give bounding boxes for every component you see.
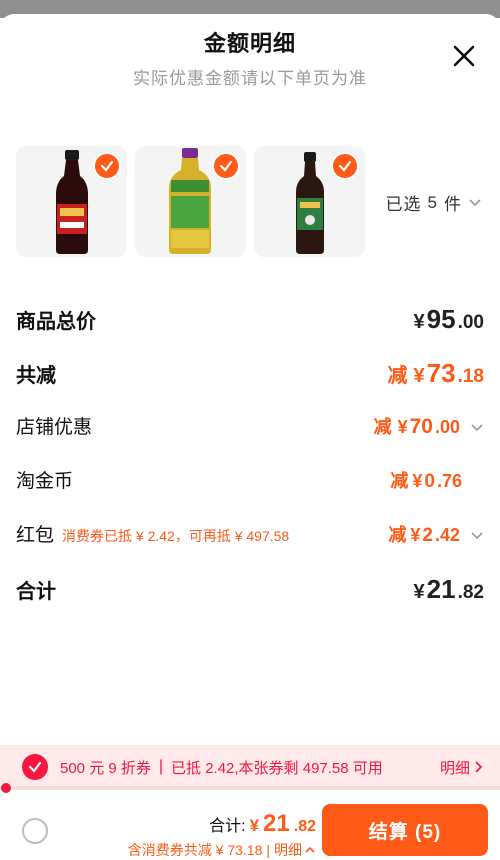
amount-int: 70 bbox=[409, 414, 433, 438]
footer-total: 合计: ¥ 21 .82 含消费券共减 ¥ 73.18 | 明细 bbox=[128, 810, 316, 860]
row-store-discount[interactable]: 店铺优惠 减 ¥ 70 .00 bbox=[16, 412, 484, 439]
hongbao-note: 消费券已抵 ¥ 2.42，可再抵 ¥ 497.58 bbox=[62, 528, 290, 544]
total-price-value: ¥ 95 .00 bbox=[414, 304, 484, 335]
row-taojinbi: 淘金币 减 ¥ 0 .76 bbox=[16, 466, 484, 493]
selected-number: 5 bbox=[427, 192, 438, 212]
selected-count[interactable]: 已选 5 件 bbox=[386, 190, 482, 215]
close-icon[interactable] bbox=[450, 42, 478, 70]
amount-int: 21 bbox=[426, 574, 456, 604]
sum-value: ¥ 21 .82 bbox=[414, 574, 484, 605]
discount-prefix: 减 bbox=[390, 470, 409, 491]
coupon-detail-link[interactable]: 明细 bbox=[440, 757, 484, 778]
footer-discount-summary[interactable]: 含消费券共减 ¥ 73.18 | 明细 bbox=[128, 840, 316, 860]
row-sum: 合计 ¥ 21 .82 bbox=[16, 574, 484, 605]
sheet-header: 金额明细 实际优惠金额请以下单页为准 bbox=[0, 26, 500, 89]
selected-check-icon[interactable] bbox=[331, 152, 359, 180]
selected-check-icon[interactable] bbox=[212, 152, 240, 180]
store-discount-label: 店铺优惠 bbox=[16, 417, 93, 438]
amount-int: 2 bbox=[422, 524, 433, 546]
selected-label: 已选 bbox=[385, 195, 422, 214]
checkout-footer: 合计: ¥ 21 .82 含消费券共减 ¥ 73.18 | 明细 结算 (5) bbox=[0, 796, 500, 860]
product-thumb-cooking-wine[interactable] bbox=[135, 146, 246, 257]
currency-symbol: ¥ bbox=[413, 365, 425, 387]
amount-dec: .18 bbox=[457, 366, 484, 387]
total-discount-value: 减 ¥ 73 .18 bbox=[388, 358, 484, 389]
coupon-name: 500 元 9 折券 bbox=[60, 759, 151, 777]
sum-label: 合计 bbox=[16, 581, 56, 603]
currency-symbol: ¥ bbox=[413, 311, 425, 333]
coupon-info: 已抵 2.42,本张券剩 497.58 可用 bbox=[171, 759, 383, 777]
currency-symbol: ¥ bbox=[413, 581, 425, 603]
amount-int: 0 bbox=[424, 470, 435, 492]
sheet-title: 金额明细 bbox=[203, 31, 296, 56]
store-discount-value: 减 ¥ 70 .00 bbox=[374, 413, 484, 439]
currency-symbol: ¥ bbox=[249, 816, 260, 835]
currency-symbol: ¥ bbox=[397, 416, 408, 437]
total-price-label: 商品总价 bbox=[16, 311, 96, 333]
footer-total-dec: .82 bbox=[293, 818, 316, 835]
chevron-down-icon bbox=[471, 423, 483, 431]
amount-int: 73 bbox=[426, 358, 456, 388]
coupon-progress-track bbox=[0, 786, 500, 790]
coupon-separator: | bbox=[158, 758, 164, 775]
footer-sub-text: 含消费券共减 ¥ 73.18 bbox=[127, 842, 263, 858]
hongbao-label: 红包 bbox=[16, 525, 55, 546]
chevron-down-icon bbox=[469, 198, 481, 206]
footer-sub-separator: | bbox=[266, 842, 270, 858]
total-discount-label: 共减 bbox=[16, 365, 56, 387]
coupon-check-icon[interactable] bbox=[22, 754, 48, 780]
row-total-discount: 共减 减 ¥ 73 .18 bbox=[16, 358, 484, 389]
select-all-radio[interactable] bbox=[22, 818, 48, 844]
selected-check-icon[interactable] bbox=[93, 152, 121, 180]
row-hongbao[interactable]: 红包 消费券已抵 ¥ 2.42，可再抵 ¥ 497.58 减 ¥ 2 .42 bbox=[16, 520, 484, 547]
footer-total-int: 21 bbox=[263, 810, 290, 837]
product-thumbnails bbox=[16, 146, 365, 257]
selected-unit: 件 bbox=[444, 195, 462, 214]
amount-dec: .76 bbox=[436, 470, 462, 491]
taojinbi-value: 减 ¥ 0 .76 bbox=[390, 467, 462, 493]
chevron-up-icon bbox=[305, 846, 315, 853]
hongbao-label-group: 红包 消费券已抵 ¥ 2.42，可再抵 ¥ 497.58 bbox=[16, 520, 289, 547]
footer-sub-detail: 明细 bbox=[274, 842, 302, 858]
footer-total-label: 合计: bbox=[209, 818, 246, 835]
discount-prefix: 减 bbox=[373, 416, 392, 437]
chevron-right-icon bbox=[475, 761, 483, 773]
hongbao-value: 减 ¥ 2 .42 bbox=[388, 521, 484, 547]
coupon-progress-fill bbox=[1, 783, 11, 793]
row-total-price: 商品总价 ¥ 95 .00 bbox=[16, 304, 484, 335]
discount-prefix: 减 bbox=[387, 365, 408, 387]
sheet-subtitle: 实际优惠金额请以下单页为准 bbox=[133, 69, 367, 88]
checkout-button[interactable]: 结算 (5) bbox=[322, 804, 488, 856]
taojinbi-label: 淘金币 bbox=[16, 471, 74, 492]
coupon-detail-label: 明细 bbox=[439, 759, 470, 777]
amount-dec: .42 bbox=[434, 524, 460, 545]
product-thumb-oyster-sauce[interactable] bbox=[16, 146, 127, 257]
currency-symbol: ¥ bbox=[412, 470, 423, 491]
amount-int: 95 bbox=[426, 304, 456, 334]
amount-dec: .82 bbox=[457, 582, 484, 603]
currency-symbol: ¥ bbox=[410, 524, 421, 545]
amount-dec: .00 bbox=[434, 416, 460, 437]
coupon-bar[interactable]: 500 元 9 折券 | 已抵 2.42,本张券剩 497.58 可用 明细 bbox=[0, 745, 500, 789]
amount-dec: .00 bbox=[457, 312, 484, 333]
chevron-down-icon bbox=[471, 531, 483, 539]
discount-prefix: 减 bbox=[388, 524, 407, 545]
product-thumb-soy-sauce[interactable] bbox=[254, 146, 365, 257]
